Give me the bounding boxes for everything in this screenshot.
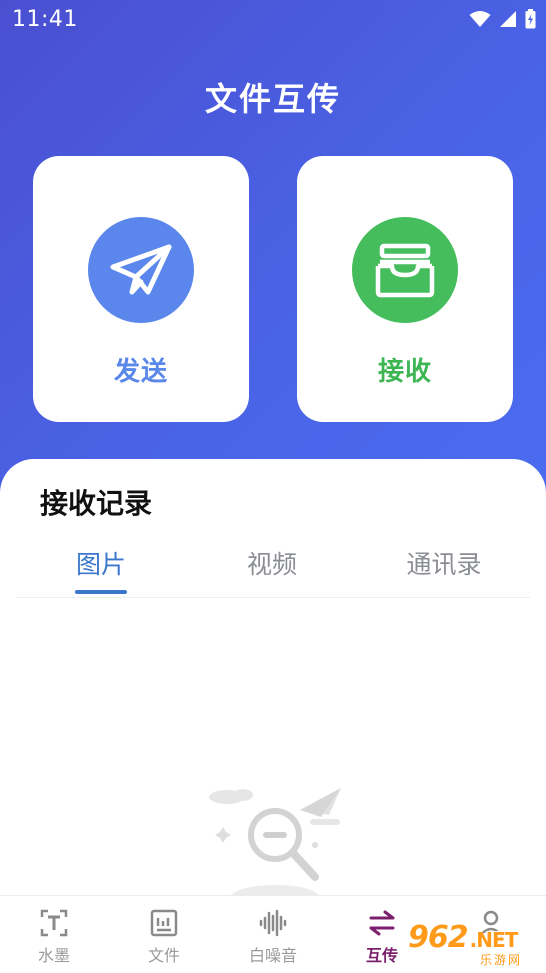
tab-contacts[interactable]: 通讯录: [384, 545, 504, 581]
status-icons: [469, 9, 536, 29]
nav-item-file[interactable]: 文件: [124, 908, 204, 966]
nav-label-file: 文件: [147, 946, 180, 965]
site-watermark: 962 .NET 乐游网: [408, 920, 543, 968]
watermark-number: 962: [408, 920, 469, 955]
tab-images[interactable]: 图片: [41, 545, 161, 581]
watermark-subtitle: 乐游网: [480, 953, 523, 967]
signal-icon: [500, 11, 516, 27]
nav-item-white-noise[interactable]: 白噪音: [233, 908, 313, 966]
watermark-suffix: .NET: [469, 928, 519, 952]
tab-indicator: [75, 590, 127, 594]
records-tabs: 图片 视频 通讯录: [16, 545, 530, 598]
nav-label-ink: 水墨: [37, 946, 70, 965]
nav-label-white-noise: 白噪音: [248, 946, 297, 965]
empty-search-illustration: [209, 788, 341, 897]
paper-plane-icon: [110, 244, 172, 295]
wifi-icon: [469, 11, 491, 27]
receive-icon-circle: [352, 217, 458, 323]
file-icon: [150, 909, 178, 937]
send-label: 发送: [113, 357, 168, 387]
page-title: 文件互传: [204, 80, 341, 118]
watermark-logo: 962 .NET: [408, 920, 519, 955]
records-title: 接收记录: [40, 487, 153, 520]
receive-card[interactable]: 接收: [297, 156, 513, 422]
text-frame-icon: [40, 909, 68, 937]
sound-wave-icon: [259, 909, 287, 937]
status-bar: 11:41: [0, 0, 546, 40]
receive-label: 接收: [377, 357, 432, 387]
tab-videos[interactable]: 视频: [212, 545, 332, 581]
status-time: 11:41: [12, 7, 78, 32]
swap-arrows-icon: [369, 910, 395, 936]
nav-item-ink[interactable]: 水墨: [14, 908, 94, 966]
inbox-tray-icon: [375, 243, 435, 298]
battery-icon: [525, 9, 536, 29]
send-icon-circle: [88, 217, 194, 323]
send-card[interactable]: 发送: [33, 156, 249, 422]
